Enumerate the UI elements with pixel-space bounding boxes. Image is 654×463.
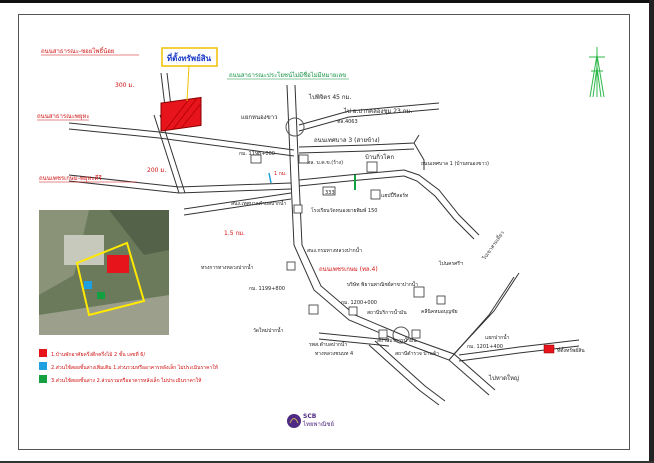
- legend-swatch-blue: [39, 362, 47, 370]
- road-local-1: [403, 169, 480, 236]
- building-2: [298, 154, 309, 164]
- label-local-road-3: ถนนเทศบาล 3 (สายข้าง): [314, 137, 380, 144]
- label-km-1200: กม. 1200+000: [341, 300, 377, 306]
- building-7: [308, 304, 319, 315]
- label-rd-4063: ทล.4063: [337, 119, 358, 125]
- label-km-1199: กม. 1199+800: [249, 286, 285, 292]
- label-to-nakhon: ไปหาดใหญ่: [488, 374, 519, 382]
- legend: 1.บ้านพักอาศัยครึ่งตึกครึ่งไม้ 2 ชั้น เล…: [39, 349, 218, 384]
- label-dist-15: 1.5 กม.: [224, 230, 245, 237]
- label-junction-2: แยกปากน้ำ: [485, 332, 510, 341]
- window-top-border: [0, 0, 654, 3]
- label-phetkasem-main: ถนนเพชรเกษม (ทล.4): [319, 266, 378, 273]
- label-agri-office: สนง.กรมทางหลวงปากน้ำ: [307, 245, 362, 254]
- building-1: [250, 154, 262, 164]
- property-title: ที่ตั้งทรัพย์สิน: [167, 52, 212, 63]
- label-school: โรงเรียนวัดหนองยายพิมพ์ 150: [311, 207, 377, 214]
- label-local-road-1: ถนนเทศบาล 1 (บ้านหนองขาว): [421, 160, 489, 167]
- label-phetkasem-phunya: ถนนเพชรเกษม-พยุหะคีรี: [39, 174, 103, 182]
- label-police-station: สถานีตำรวจ บ้านค้า: [395, 350, 439, 357]
- label-to-south: ไปเขาสามเดี่ยว: [480, 230, 506, 262]
- building-8: [348, 306, 358, 316]
- legend-swatch-red: [39, 349, 47, 357]
- label-to-pilok: ไปนครศรีฯ: [438, 260, 463, 267]
- label-clinic: คลีนิคหมอบุญชัย: [421, 308, 458, 315]
- label-to-north: ไปพิจิตร 45 กม.: [308, 93, 351, 101]
- label-soi-phonoi: ถนนสาธารณะ-ซอยโพธิ์น้อย: [41, 46, 114, 55]
- label-temple: วัดใหม่ปากน้ำ: [253, 325, 284, 334]
- legend-swatch-green: [39, 375, 47, 383]
- legend-text-3: 3.ส่วนใช้สอยชั้นล่าง 2.ส่วนรวมหรืออาคารห…: [51, 375, 201, 384]
- north-arrow-icon: [589, 47, 605, 98]
- road-east-1b: [298, 175, 405, 187]
- bank-logo: SCB ไทยพาณิชย์: [287, 413, 334, 428]
- label-km-1201: กม. 1201+400: [467, 344, 503, 350]
- label-dept-highway: ทล. บ.ค.ข.(ร้าง): [307, 159, 343, 166]
- label-police: ทรงการทางหลวงปากน้ำ: [201, 262, 254, 271]
- bank-name: ไทยพาณิชย์: [302, 420, 334, 428]
- legend-property-label: ที่ตั้งทรัพย์สิน: [557, 345, 585, 354]
- label-gas-station: แฮปปี้รีสอร์ท: [381, 190, 408, 199]
- legend-text-2: 2.ส่วนใช้สอยชั้นล่างเพิ่มเติม 1.ส่วนรวมห…: [51, 362, 218, 371]
- scb-logo-icon: [287, 414, 301, 428]
- property-pointer: [186, 65, 190, 102]
- satellite-inset: [39, 210, 169, 335]
- building-11: [378, 329, 388, 339]
- map-sheet: ที่ตั้งทรัพย์สิน ถนนสาธารณะ-ซอยโพธิ์น้อย…: [18, 14, 630, 450]
- label-subdistrict-office: สนง.เทศบาลตำบลปากน้ำ: [231, 198, 286, 207]
- buildings: [250, 154, 446, 339]
- label-dist-300: 300 ม.: [115, 82, 134, 89]
- window-right-border: [649, 0, 654, 463]
- label-dist-1: 1 กม.: [274, 171, 287, 177]
- label-municipal-office: ทางหลวงชนบท 4: [315, 351, 353, 357]
- road-east-1: [298, 169, 405, 181]
- building-12: [411, 329, 421, 339]
- building-5: [293, 204, 303, 214]
- road-local-3b: [298, 148, 415, 154]
- road-south-1b: [374, 340, 446, 402]
- legend-property-swatch: [543, 344, 555, 354]
- label-soi-phunya: ถนนสาธารณะพยุหะ: [37, 113, 90, 120]
- building-6: [286, 261, 296, 271]
- satellite-blue-structure: [84, 281, 92, 289]
- property-marker: [160, 96, 202, 132]
- bank-logo-text: SCB: [303, 413, 317, 420]
- building-10: [436, 295, 446, 305]
- label-333: 333: [325, 190, 335, 196]
- label-junction-nongkhao: แยกหนองขาว: [241, 114, 277, 121]
- building-3: [366, 161, 378, 173]
- satellite-house: [107, 255, 129, 273]
- label-company: บริษัท พิธานพาณิชย์สาขาปากน้ำ: [347, 279, 418, 288]
- building-9: [413, 286, 425, 298]
- road-ne-lower-2: [453, 272, 520, 355]
- building-4: [370, 189, 381, 200]
- label-public-road: ถนนสาธารณะประโยชน์ไม่มีชื่อไม่มีหมายเลข: [229, 71, 346, 79]
- label-ban-kokmai: บ้านกิ่วโคก: [365, 153, 395, 161]
- blue-marker: [268, 172, 272, 184]
- label-dist-200: 200 ม.: [147, 167, 166, 174]
- legend-text-1: 1.บ้านพักอาศัยครึ่งตึกครึ่งไม้ 2 ชั้น เล…: [51, 349, 145, 358]
- label-to-pakkhlong: ไป อ.ปากคลองชุม 23 กม.: [343, 107, 412, 115]
- satellite-green-structure: [97, 292, 105, 299]
- road-local-1b: [403, 175, 475, 240]
- location-map: ที่ตั้งทรัพย์สิน ถนนสาธารณะ-ซอยโพธิ์น้อย…: [37, 46, 605, 428]
- label-gas-esso: สถานีบริการน้ำมัน: [367, 307, 407, 316]
